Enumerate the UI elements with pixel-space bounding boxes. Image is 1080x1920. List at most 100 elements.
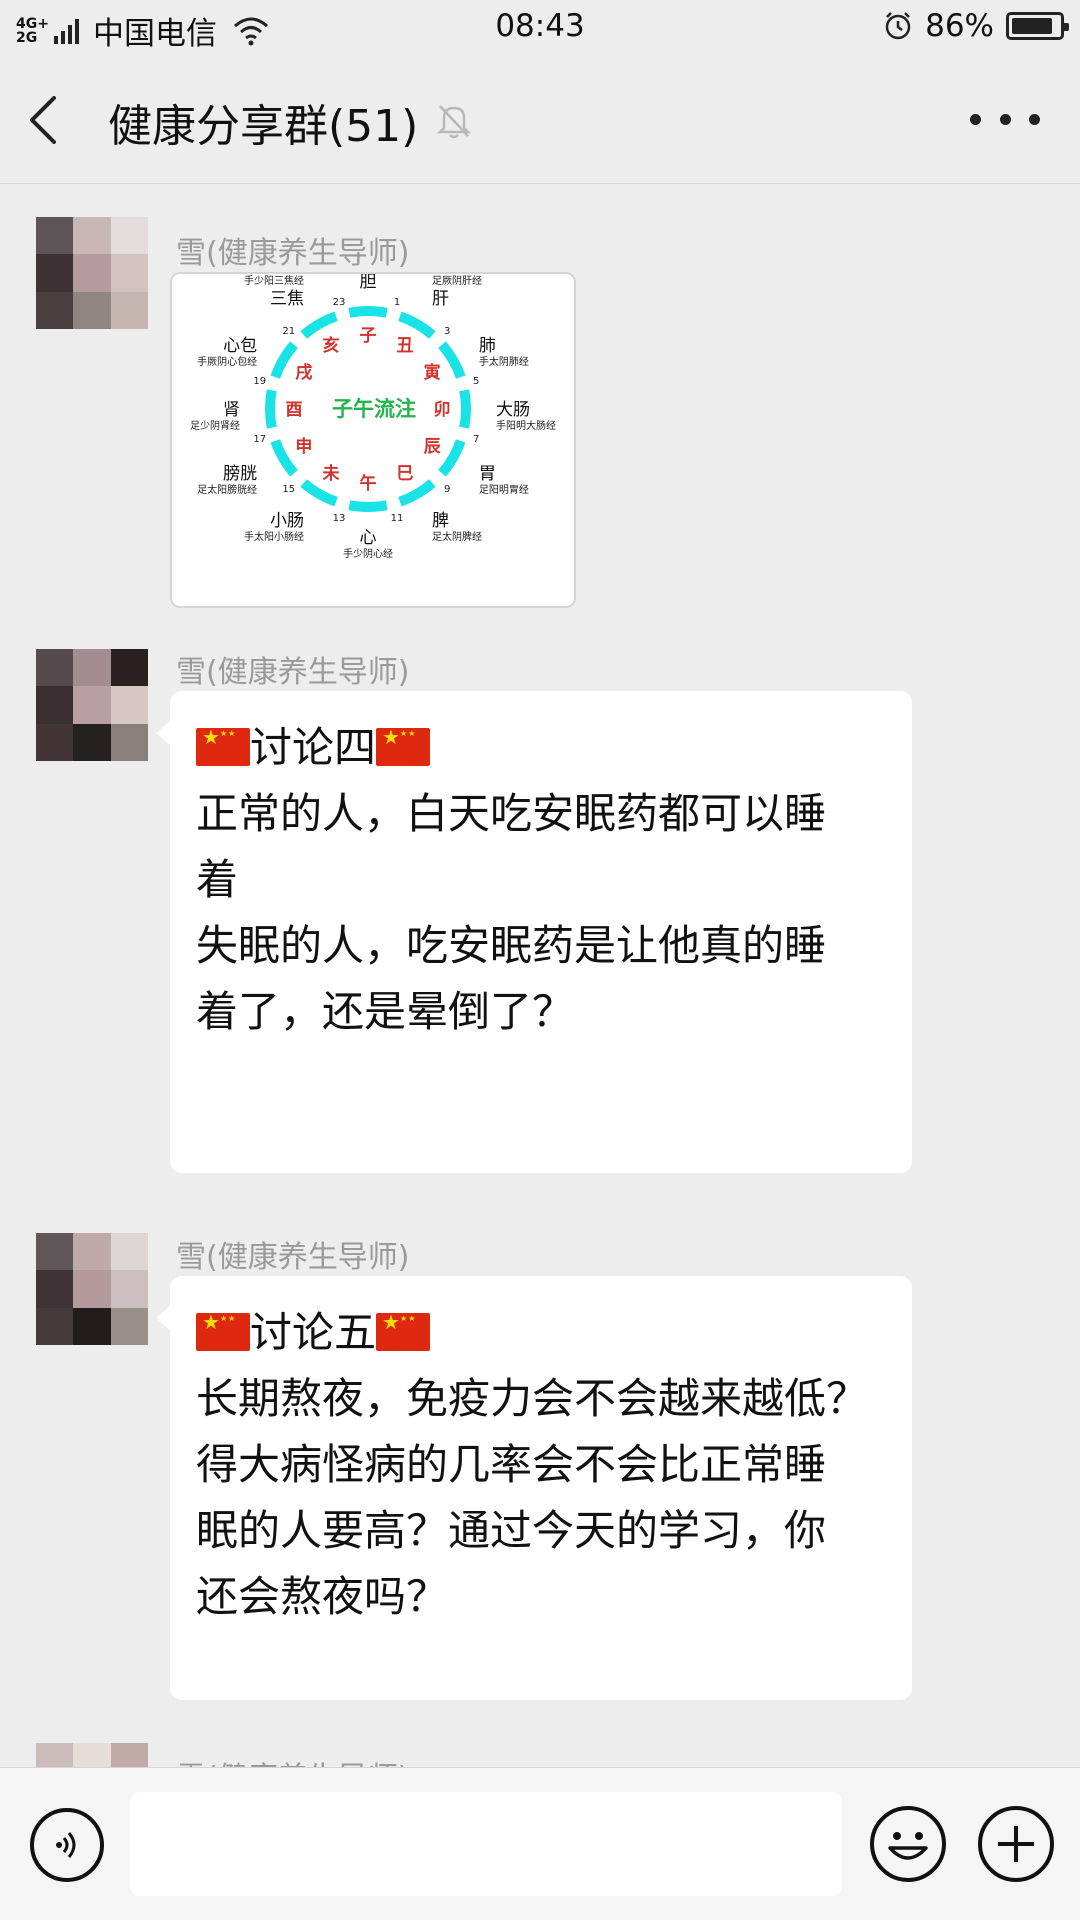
back-button[interactable] [28,88,78,152]
meridian-label: 足厥阴肝经 [432,274,482,287]
hour-label: 7 [473,434,479,445]
chevron-left-icon [30,96,56,144]
clock-segment [398,311,436,339]
meridian-label: 手太阴肺经 [479,355,529,368]
hour-label: 5 [473,376,479,387]
plus-icon [998,1826,1034,1862]
organ-label: 肺 [479,336,496,356]
battery-icon [1006,12,1069,40]
china-flag-icon [376,727,431,766]
branch-label: 辰 [424,437,442,457]
clock-segment [398,479,436,507]
hour-label: 17 [253,434,266,445]
organ-label: 大肠 [496,400,530,420]
organ-label: 肝 [432,289,449,309]
image-message[interactable]: 子午流注 子23胆足少阳胆经丑1肝足厥阴肝经寅3肺手太阴肺经卯5大肠手阳明大肠经… [170,272,576,608]
message-line: 还会熬夜吗？ [196,1572,449,1621]
branch-label: 子 [360,326,377,346]
dot [970,113,981,125]
avatar[interactable] [36,1233,148,1345]
branch-label: 亥 [323,335,340,356]
meridian-label: 足少阴肾经 [190,419,240,432]
meridian-label: 足太阳膀胱经 [197,483,257,496]
chat-area[interactable]: 雪(健康养生导师) 子午流注 子23胆足少阳胆经丑1肝足厥阴肝经寅3肺手太阴肺经… [0,185,1080,1767]
clock-segment [459,389,471,429]
organ-label: 小肠 [270,511,304,531]
avatar[interactable] [36,1743,148,1767]
dot [999,113,1011,125]
meridian-label: 手少阴心经 [343,547,393,560]
message-heading: 讨论四 [196,715,888,781]
chat-header: 健康分享群(51) [0,56,1080,184]
message-line: 眠的人要高？通过今天的学习，你 [196,1506,827,1555]
meridian-label: 足阳明胃经 [479,483,529,496]
meridian-label: 足太阴脾经 [432,530,482,543]
organ-label: 胃 [479,464,496,484]
clock-segment [265,389,277,429]
china-flag-icon [196,727,250,766]
clock-segment [348,306,388,318]
text-message[interactable]: 讨论四 正常的人，白天吃安眠药都可以睡 着 失眠的人，吃安眠药是让他真的睡 着了… [156,691,912,1173]
branch-label: 卯 [434,400,451,420]
hour-label: 15 [282,484,295,495]
organ-label: 脾 [432,511,449,531]
clock-segment [300,479,338,507]
avatar[interactable] [36,217,148,329]
hour-label: 21 [282,326,295,337]
status-right: 86% [883,8,1069,44]
voice-button[interactable] [30,1808,104,1882]
clock-segment [348,500,388,512]
hour-label: 19 [253,376,266,387]
input-bar [0,1767,1080,1920]
alarm-icon [885,12,911,40]
china-flag-icon [376,1312,431,1351]
battery-level [1012,18,1052,34]
sender-name: 雪(健康养生导师) [176,1753,409,1767]
message-line: 长期熬夜，免疫力会不会越来越低？ [196,1374,869,1423]
sender-name: 雪(健康养生导师) [176,236,410,271]
status-bar: 4G+ 2G 中国电信 08:43 86% [0,0,1080,56]
sender-name: 雪(健康养生导师) [176,1240,410,1275]
message-line: 着了，还是晕倒了？ [196,987,575,1036]
clock-segment [270,341,298,379]
avatar[interactable] [36,649,148,761]
branch-label: 酉 [286,400,303,420]
heading-text: 讨论五 [250,1308,377,1357]
message-line: 失眠的人，吃安眠药是让他真的睡 [196,921,827,970]
heading-text: 讨论四 [250,723,377,772]
hour-label: 11 [391,513,404,524]
more-dots-icon[interactable] [970,104,1040,134]
branch-label: 巳 [397,464,414,484]
organ-label: 心包 [223,336,257,356]
hour-label: 23 [333,297,346,308]
organ-label: 心 [360,528,377,548]
plus-button[interactable] [978,1806,1054,1882]
organ-label: 肾 [223,400,240,420]
branch-label: 戌 [295,362,312,383]
meridian-clock-image: 子午流注 子23胆足少阳胆经丑1肝足厥阴肝经寅3肺手太阴肺经卯5大肠手阳明大肠经… [190,274,556,560]
hour-label: 3 [444,326,450,337]
message-line: 着 [196,855,239,904]
battery-percent: 86% [925,8,994,44]
clock-segment [300,311,338,339]
hour-label: 13 [333,513,346,524]
message-line: 正常的人，白天吃安眠药都可以睡 [196,789,827,838]
meridian-label: 手厥阴心包经 [197,355,257,368]
voice-icon [56,1832,76,1858]
emoji-icon [888,1832,928,1860]
clock-segment [438,341,466,379]
clock-segment [270,439,298,477]
text-message[interactable]: 讨论五 长期熬夜，免疫力会不会越来越低？ 得大病怪病的几率会不会比正常睡 眠的人… [156,1276,912,1700]
sender-name: 雪(健康养生导师) [176,655,410,690]
clock-segment [438,439,466,477]
emoji-button[interactable] [870,1806,946,1882]
meridian-label: 手少阳三焦经 [244,274,304,287]
branch-label: 申 [295,436,312,457]
branch-label: 午 [360,473,377,494]
hour-label: 9 [444,484,450,495]
clock-center-label: 子午流注 [332,397,416,421]
hour-label: 1 [394,297,400,308]
china-flag-icon [196,1312,250,1351]
message-input[interactable] [130,1792,842,1896]
bell-off-icon [436,105,472,139]
